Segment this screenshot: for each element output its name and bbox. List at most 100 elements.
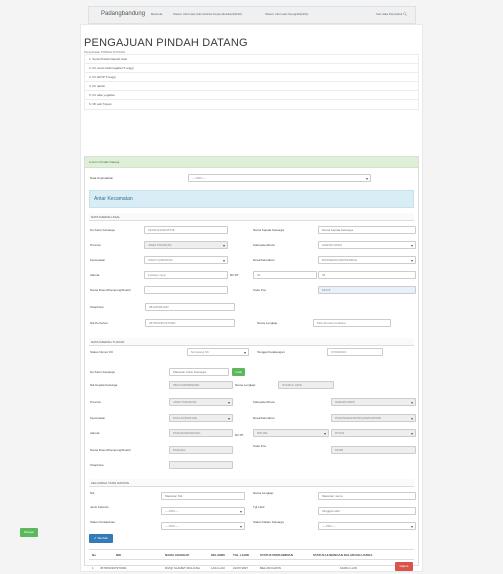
tujuan-kec-select[interactable]: DUKUN(3525140) xyxy=(169,414,233,422)
asal-nama-input[interactable]: Moh.ahmad mauliana xyxy=(313,319,391,327)
list-item: 2. FC surat nikah legalisir 5 anggi xyxy=(85,64,418,73)
tambah-button[interactable]: ✔ Tambah xyxy=(89,534,113,543)
tujuan-prov-label: Provinsi xyxy=(90,400,101,404)
nav-search-label: Cari data Penduduk xyxy=(375,12,403,16)
asal-alamat-label: Alamat xyxy=(90,273,100,277)
tujuan-kab-select[interactable]: GRESIK(3525) xyxy=(331,398,416,406)
tujuan-pos-input[interactable]: 61155 xyxy=(331,446,416,454)
tujuan-tgl-input[interactable]: 07/03/2019 xyxy=(327,348,383,356)
klg-tgl-input[interactable] xyxy=(318,507,416,515)
th-status-hubungan: STATUS HUBUNGAN DALAM KELUARGA xyxy=(313,553,373,557)
asal-nama-label: Nama Lengkap xyxy=(257,321,278,325)
klg-nik-label: Nik xyxy=(90,491,95,495)
tujuan-nama-input[interactable]: SYAIFUL ARIS xyxy=(278,381,334,389)
asal-pos-label: Kode Pos xyxy=(253,288,267,292)
klg-tgl-label: Tgl Lahir xyxy=(253,505,265,509)
asal-kec-select[interactable]: SIDAYU(3525130) xyxy=(144,256,228,264)
td-tgl-lahir: 21/07/1997 xyxy=(233,566,249,570)
nav-search[interactable]: Cari data Penduduk 🔍︎ xyxy=(376,12,407,16)
tujuan-kec-label: Kecamatan xyxy=(90,416,106,420)
asal-dusun-input[interactable]: - xyxy=(144,286,228,294)
asal-rt-label: Rt/ RT xyxy=(230,273,239,277)
th-kelamin: KELAMIN xyxy=(211,553,225,557)
form-panel-header: ● Form Pindah Datang xyxy=(85,157,418,168)
tujuan-nik-kk-label: Nik Kepala Keluarga xyxy=(90,383,118,387)
klg-nama-label: Nama Lengkap xyxy=(253,491,274,495)
klg-status-kawin-select[interactable]: ----Pilih---- xyxy=(161,522,245,530)
asal-desa-label: Desa/Kelurahan xyxy=(253,258,275,262)
tujuan-dusun-label: Nama Dusun/Kampung/Dukuh xyxy=(90,448,131,452)
tujuan-no-kk-label: No Kartu Keluarga xyxy=(90,370,115,374)
asal-tel-label: Telephone xyxy=(90,305,104,309)
klg-nama-input[interactable] xyxy=(318,492,416,500)
tujuan-tel-input[interactable]: - xyxy=(169,461,233,469)
asal-kab-select[interactable]: GRESIK(3525) xyxy=(318,241,416,249)
tujuan-tel-label: Telephone xyxy=(90,463,104,467)
cek-button-label: Cek xyxy=(236,370,243,374)
td-nik: 3578152307970001 xyxy=(100,566,127,570)
th-no: No xyxy=(92,553,96,557)
tujuan-alamat-label: Alamat xyxy=(90,431,100,435)
hapus-button[interactable]: Hapus xyxy=(395,562,413,571)
nav-siak[interactable]: Sistem Informasi Administrasi Kependuduk… xyxy=(173,12,242,16)
form-panel-title: Form Pindah Datang xyxy=(91,160,120,164)
cek-button[interactable]: ⌕Cek xyxy=(232,368,245,376)
tujuan-rt-label: Rt/ RT xyxy=(235,433,244,437)
klg-status-kawin-label: Status Perkawinan xyxy=(90,520,116,524)
asal-no-kk-input[interactable]: 3323011234045718 xyxy=(144,226,228,234)
tujuan-pos-label: Kode Pos xyxy=(253,444,267,448)
requirements-list: 1. Surat Pindah Daerah Asal 2. FC surat … xyxy=(84,54,419,110)
tujuan-desa-select[interactable]: PADANGBANDUNG(3525140009) xyxy=(331,414,416,422)
tambah-button-label: Tambah xyxy=(97,536,108,540)
asal-no-kk-label: No Kartu Keluarga xyxy=(90,228,115,232)
list-item: 1. Surat Pindah Daerah Asal xyxy=(85,55,418,64)
top-navbar: Padangbandung Beranda Sistem Informasi A… xyxy=(88,6,416,24)
simpan-button[interactable]: Simpan xyxy=(20,528,38,537)
list-item: 3. FC EKTP 5 anggi xyxy=(85,73,418,82)
asal-rt-input[interactable]: 02 xyxy=(253,271,317,279)
asal-nik-input[interactable]: 3578152307970001 xyxy=(145,319,235,327)
tujuan-nama-label: Nama Lengkap xyxy=(235,383,256,387)
asal-prov-select[interactable]: JAWA TIMUR(35) xyxy=(144,241,228,249)
main-page: PENGAJUAN PINDAH DATANG Persyaratan PIND… xyxy=(20,24,423,572)
klg-status-klg-select[interactable]: ----Pilih---- xyxy=(318,522,416,530)
asal-dusun-label: Nama Dusun/Kampung/Dukuh xyxy=(90,288,131,292)
jenis-select[interactable]: ----Pilih---- xyxy=(188,174,371,182)
klg-status-klg-label: Status Dalam Keluarga xyxy=(253,520,284,524)
tujuan-alamat-input[interactable]: PADANGBANDUNG xyxy=(169,429,233,437)
tujuan-tgl-label: Tanggal Kedatangan xyxy=(257,350,285,354)
list-item: 6. NK asli Tujuan xyxy=(89,102,112,106)
brand-logo[interactable]: Padangbandung xyxy=(101,11,145,17)
tujuan-nik-kk-input[interactable]: 3507123006890001 xyxy=(169,381,233,389)
tujuan-rw-select[interactable]: RT:001 xyxy=(331,429,416,437)
asal-nama-kk-input[interactable] xyxy=(318,226,416,234)
asal-tel-input[interactable]: 081235951182 xyxy=(145,303,235,311)
asal-kab-label: Kabupaten/Kota xyxy=(253,243,275,247)
asal-desa-select[interactable]: BUNDERAN(3525130011) xyxy=(318,256,416,264)
table-top-border xyxy=(89,549,414,550)
tujuan-desa-label: Desa/Kelurahan xyxy=(253,416,275,420)
tujuan-status-kk-select[interactable]: Numpang KK xyxy=(187,348,249,356)
nav-sig[interactable]: Sistem Informasi Geografis(SIG) xyxy=(265,12,308,16)
asal-rw-input[interactable]: 05 xyxy=(318,271,416,279)
tujuan-dusun-input[interactable]: PADANG xyxy=(169,446,233,454)
asal-alamat-input[interactable]: jl.sidayu raya xyxy=(144,271,228,279)
klg-jk-select[interactable]: ----Pilih---- xyxy=(161,507,245,515)
td-nama: RIZQI SLAMET MULIANA xyxy=(165,566,200,570)
klg-nik-input[interactable] xyxy=(161,492,245,500)
nav-beranda[interactable]: Beranda xyxy=(151,12,162,16)
klg-jk-label: Jenis Kelamin xyxy=(90,505,109,509)
td-no: 1 xyxy=(92,566,94,570)
table-header-border xyxy=(89,559,414,560)
th-nik: NIK xyxy=(116,553,122,557)
section-keluarga-header: KELUARGA YANG DATANG xyxy=(89,479,414,487)
section-asal-header: DATA DAERAH ASAL xyxy=(89,213,414,221)
tujuan-no-kk-input[interactable] xyxy=(169,368,229,376)
form-panel: ● Form Pindah Datang Data Kepindahan ---… xyxy=(20,156,419,571)
asal-pos-input[interactable]: 62173 xyxy=(318,286,416,294)
tujuan-rt-select[interactable]: RW:001 xyxy=(253,429,329,437)
jenis-label: Data Kepindahan xyxy=(90,176,114,180)
tujuan-prov-select[interactable]: JAWA TIMUR(35) xyxy=(169,398,233,406)
td-kelamin: LAKI-LAKI xyxy=(211,566,226,570)
search-icon: 🔍︎ xyxy=(403,12,407,16)
